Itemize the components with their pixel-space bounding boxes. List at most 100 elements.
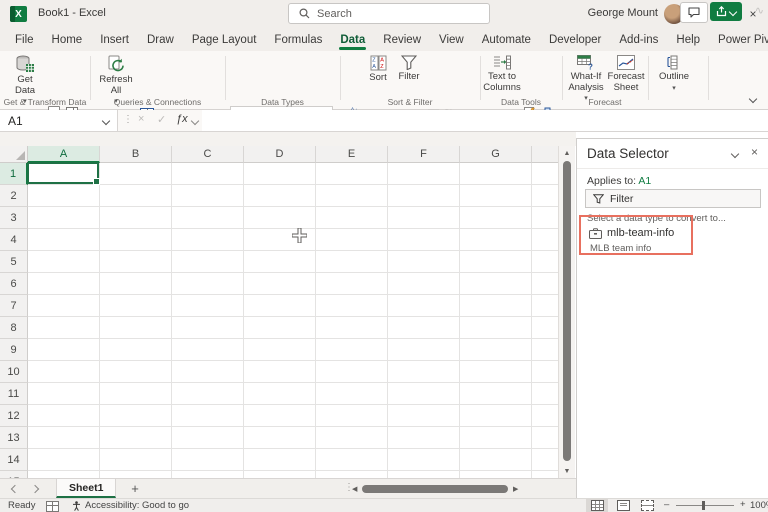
group-label-data-types: Data Types (225, 97, 340, 107)
search-icon (299, 8, 310, 19)
pane-prompt: Select a data type to convert to... (587, 213, 726, 224)
editing-mode-icon: ∿ (755, 4, 764, 17)
row-header-10[interactable]: 10 (0, 361, 28, 383)
applies-to: Applies to: A1 (587, 175, 651, 187)
filter-button[interactable]: Filter (394, 55, 424, 83)
row-header-8[interactable]: 8 (0, 317, 28, 339)
ribbon-tab-automate[interactable]: Automate (473, 28, 540, 51)
window-title: Book1 - Excel (38, 7, 106, 19)
column-header-c[interactable]: C (172, 146, 244, 163)
ribbon-tab-formulas[interactable]: Formulas (265, 28, 331, 51)
column-header-g[interactable]: G (460, 146, 532, 163)
scroll-down-icon[interactable]: ▼ (559, 464, 575, 478)
cell-area[interactable] (28, 163, 558, 478)
formula-bar: A1 ⋮ × ✓ ƒx (0, 110, 768, 132)
row-header-11[interactable]: 11 (0, 383, 28, 405)
column-header-a[interactable]: A (28, 146, 100, 163)
title-bar: X Book1 - Excel Search George Mount – × (0, 0, 768, 28)
scroll-left-icon[interactable]: ◀ (352, 479, 357, 498)
page-layout-view-button[interactable] (612, 499, 634, 512)
ready-status: Ready (8, 500, 35, 511)
name-box-splitter[interactable]: ⋮ (123, 114, 133, 125)
zoom-slider[interactable] (676, 505, 734, 506)
ribbon-tab-data[interactable]: Data (331, 28, 374, 51)
outline-button[interactable]: Outline ▾ (654, 55, 694, 92)
page-break-view-button[interactable] (636, 499, 658, 512)
what-if-analysis-button[interactable]: ? What-If Analysis ▾ (566, 55, 606, 102)
row-header-3[interactable]: 3 (0, 207, 28, 229)
page-layout-icon (617, 500, 630, 511)
pane-header: Data Selector × (577, 139, 768, 169)
search-input[interactable]: Search (288, 3, 490, 24)
column-header-f[interactable]: F (388, 146, 460, 163)
search-placeholder: Search (317, 8, 352, 20)
get-data-label: Get Data (6, 75, 44, 96)
pane-collapse-icon[interactable] (731, 150, 739, 158)
sort-button[interactable]: ZA AZ Sort (364, 55, 392, 84)
row-header-6[interactable]: 6 (0, 273, 28, 295)
vertical-scroll-thumb[interactable] (563, 161, 571, 461)
row-header-7[interactable]: 7 (0, 295, 28, 317)
pane-close-icon[interactable]: × (751, 145, 758, 159)
sheet-nav-right-icon[interactable] (32, 479, 38, 498)
ribbon-tab-power-pivot[interactable]: Power Pivot (709, 28, 768, 51)
enter-icon[interactable]: ✓ (157, 113, 166, 126)
row-header-1[interactable]: 1 (0, 163, 28, 185)
row-header-9[interactable]: 9 (0, 339, 28, 361)
ribbon-tab-file[interactable]: File (6, 28, 43, 51)
ribbon-tab-review[interactable]: Review (374, 28, 430, 51)
briefcase-icon (589, 228, 602, 239)
normal-view-button[interactable] (586, 499, 608, 512)
cancel-icon[interactable]: × (138, 113, 144, 125)
formula-input[interactable] (202, 110, 768, 131)
scroll-up-icon[interactable]: ▲ (559, 146, 575, 160)
ribbon-tab-page-layout[interactable]: Page Layout (183, 28, 266, 51)
text-to-columns-button[interactable]: Text to Columns (484, 55, 520, 93)
row-header-5[interactable]: 5 (0, 251, 28, 273)
row-header-2[interactable]: 2 (0, 185, 28, 207)
add-sheet-button[interactable]: + (126, 479, 144, 498)
selected-cell-a1[interactable] (27, 162, 99, 184)
sheet-tab-sheet1[interactable]: Sheet1 (56, 479, 116, 498)
dropdown-icon: ▾ (672, 85, 676, 92)
row-header-13[interactable]: 13 (0, 427, 28, 449)
sheet-nav-left-icon[interactable] (12, 479, 18, 498)
collapse-ribbon-button[interactable] (746, 93, 760, 105)
ribbon-tab-add-ins[interactable]: Add-ins (610, 28, 667, 51)
ribbon-tab-draw[interactable]: Draw (138, 28, 183, 51)
ribbon-tab-home[interactable]: Home (43, 28, 92, 51)
column-header-e[interactable]: E (316, 146, 388, 163)
status-bar: Ready Accessibility: Good to go – + 100% (0, 498, 768, 512)
zoom-in-icon[interactable]: + (740, 499, 746, 510)
accessibility-status[interactable]: Accessibility: Good to go (72, 500, 189, 511)
scroll-right-icon[interactable]: ▶ (513, 479, 518, 498)
vertical-scrollbar[interactable]: ▲ ▼ (558, 146, 575, 478)
name-box[interactable]: A1 (0, 110, 118, 131)
row-header-15[interactable]: 15 (0, 471, 28, 478)
column-header-d[interactable]: D (244, 146, 316, 163)
chevron-down-icon (749, 95, 757, 103)
column-header-b[interactable]: B (100, 146, 172, 163)
select-all-corner[interactable] (0, 146, 28, 163)
ribbon-tab-developer[interactable]: Developer (540, 28, 610, 51)
macro-record-icon[interactable] (46, 501, 59, 512)
ribbon-tab-view[interactable]: View (430, 28, 473, 51)
row-header-12[interactable]: 12 (0, 405, 28, 427)
ribbon-tab-help[interactable]: Help (667, 28, 709, 51)
zoom-slider-thumb[interactable] (702, 501, 705, 510)
pane-filter-button[interactable]: Filter (585, 189, 761, 208)
row-header-14[interactable]: 14 (0, 449, 28, 471)
forecast-sheet-button[interactable]: Forecast Sheet (608, 55, 644, 93)
zoom-level[interactable]: 100% (750, 500, 768, 511)
share-button[interactable] (710, 2, 742, 21)
data-type-card-mlb-team-info[interactable]: mlb-team-info MLB team info (589, 227, 739, 254)
ribbon-tab-insert[interactable]: Insert (91, 28, 138, 51)
formula-bar-expand-icon[interactable] (191, 117, 199, 125)
comments-button[interactable] (680, 2, 708, 23)
pane-filter-label: Filter (610, 193, 633, 205)
accessibility-text: Accessibility: Good to go (85, 500, 189, 511)
row-header-4[interactable]: 4 (0, 229, 28, 251)
insert-function-icon[interactable]: ƒx (176, 113, 188, 125)
horizontal-scroll-thumb[interactable] (362, 485, 508, 493)
zoom-out-icon[interactable]: – (664, 499, 669, 510)
